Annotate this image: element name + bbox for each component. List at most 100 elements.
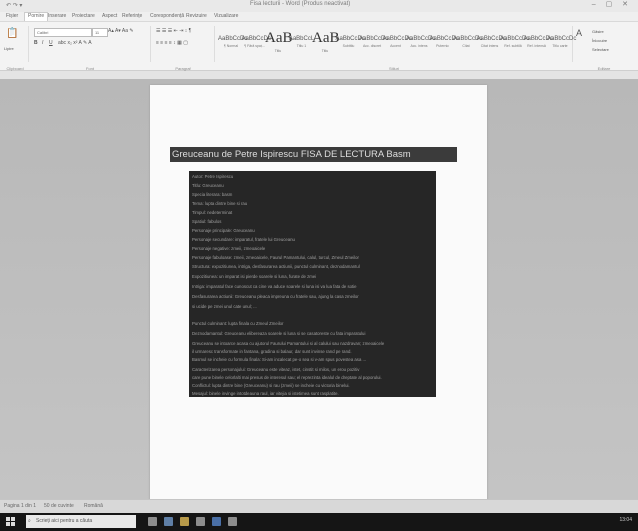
content-line: Structura: expozitiunea, intriga, desfas… — [192, 264, 360, 269]
style-item[interactable]: AaBbCcDc Ref. subtilă — [500, 30, 530, 60]
style-item[interactable]: AaBbCcDc Ref. intensă — [524, 30, 553, 60]
style-name: Acc. discret — [362, 44, 382, 48]
ribbon-tabs: Fișier Pornire Inserare Proiectare Aspec… — [0, 12, 638, 22]
style-item[interactable]: AaBbCcDc ¶ Normal — [218, 30, 248, 60]
style-item[interactable]: AaB Titlu — [265, 30, 293, 60]
style-item[interactable]: AaBbCcDc Puternic — [429, 30, 459, 60]
editing-group: A Găsire Înlocuire Selectare Editare — [574, 26, 634, 71]
content-line: Autor: Petre Ispirescu — [192, 174, 234, 179]
content-line: Timpul: nedeterminat — [192, 210, 233, 215]
mail-icon[interactable] — [228, 517, 237, 526]
taskbar-search[interactable]: ⌕ Scrieți aici pentru a căuta — [26, 515, 136, 528]
system-clock[interactable]: 13:04 — [619, 517, 632, 523]
tab-insert[interactable]: Inserare — [48, 13, 66, 19]
word-count[interactable]: 50 de cuvinte — [44, 503, 74, 509]
content-line: Personaje fabuloase: zmeii, zmeoaicele, … — [192, 255, 359, 260]
paste-icon[interactable]: 📋 — [6, 28, 18, 39]
document-heading[interactable]: Greuceanu de Petre Ispirescu FISA DE LEC… — [170, 147, 457, 162]
style-item[interactable]: AaBbCcL Titlu 1 — [289, 30, 315, 60]
quick-access-toolbar[interactable]: ↶ ↷ ▾ — [6, 2, 22, 9]
tab-review[interactable]: Revizuire — [186, 13, 207, 19]
page-count[interactable]: Pagina 1 din 1 — [4, 503, 36, 509]
style-sample: AaBbCcDc — [500, 36, 530, 42]
style-item[interactable]: AaBbCcDc Acc. discret — [359, 30, 388, 60]
style-name: Titlu 1 — [296, 44, 307, 48]
content-line: Titlu: Greuceanu — [192, 183, 224, 188]
tab-view[interactable]: Vizualizare — [214, 13, 238, 19]
style-sample: AaBbCcDc — [218, 36, 248, 42]
content-line: Deznodamantul: Greuceanu elibereaza soar… — [192, 331, 366, 336]
style-sample: AaBbCcDc — [476, 36, 506, 42]
style-item[interactable]: AaBbCcDc Acc. intens — [406, 30, 436, 60]
task-view-icon[interactable] — [148, 517, 157, 526]
content-text-box[interactable]: Autor: Petre Ispirescu Titlu: Greuceanu Sp… — [189, 171, 436, 397]
store-icon[interactable] — [196, 517, 205, 526]
style-item[interactable]: AaBbCcDc Citat — [453, 30, 483, 60]
select-button[interactable]: Selectare — [592, 47, 609, 52]
tab-mailings[interactable]: Corespondență — [150, 13, 184, 19]
style-name: Titlu carte — [552, 44, 568, 48]
content-line: care pune binele celorlalti mai presus d… — [192, 375, 382, 380]
style-item[interactable]: AaB Titlu — [312, 30, 340, 60]
font-size-box[interactable]: 11 — [92, 28, 108, 37]
style-name: Citat — [462, 44, 470, 48]
style-item[interactable]: AaBbCcDc Titlu carte — [547, 30, 577, 60]
grow-font-icon[interactable]: A▴ A▾ Aa ✎ — [108, 28, 134, 34]
tab-home[interactable]: Pornire — [24, 12, 49, 21]
style-item[interactable]: AaBbCcDc Accent — [383, 30, 412, 60]
style-item[interactable]: AaBbCcDc Subtitlu — [335, 30, 365, 60]
content-line: Caracterizarea personajului: Greuceanu e… — [192, 367, 360, 372]
format-icons[interactable]: abc x₂ x² A ✎ A — [58, 40, 92, 46]
clipboard-group: 📋 Lipire Clipboard — [2, 26, 29, 71]
content-line: si ucide pe zmei unul cate unul; ... — [192, 304, 257, 309]
list-icons[interactable]: ☰ ☰ ☰ ⇤ ⇥ ↕ ¶ — [156, 28, 191, 34]
bold-icon[interactable]: B — [34, 40, 38, 46]
tab-references[interactable]: Referințe — [122, 13, 142, 19]
status-bar: Pagina 1 din 1 50 de cuvinte Română — [0, 499, 638, 514]
underline-icon[interactable]: U — [49, 40, 53, 46]
window-title: Fisa lecturii - Word (Produs neactivat) — [250, 1, 351, 7]
language-indicator[interactable]: Română — [84, 503, 103, 509]
style-name: ¶ Fără spaț... — [244, 44, 265, 48]
replace-button[interactable]: Înlocuire — [592, 38, 607, 43]
style-sample: AaBbCcDc — [406, 36, 436, 42]
word-taskbar-icon[interactable] — [212, 517, 221, 526]
content-line: Basmul se incheie cu formula finala: Si-… — [192, 357, 367, 362]
tab-file[interactable]: Fișier — [6, 13, 18, 19]
style-sample: AaBbCcDc — [547, 36, 577, 42]
align-icons[interactable]: ≡ ≡ ≡ ≡ ↕ ▦ ▢ — [156, 40, 188, 46]
content-line: Conflictul: lupta dintre bine (Greuceanu… — [192, 383, 350, 388]
content-line: Punctul culminant: lupta finala cu Zmeul… — [192, 321, 284, 326]
edge-icon[interactable] — [164, 517, 173, 526]
style-item[interactable]: AaBbCcDc Citat intens — [476, 30, 506, 60]
content-line: Intriga: imparatul face cunoscut ca cine… — [192, 284, 357, 289]
ribbon: 📋 Lipire Clipboard Calibri 11 A▴ A▾ Aa ✎… — [0, 22, 638, 71]
italic-icon[interactable]: I — [42, 40, 43, 46]
tab-design[interactable]: Proiectare — [72, 13, 95, 19]
ruler — [0, 71, 638, 79]
find-button[interactable]: Găsire — [592, 29, 604, 34]
window-controls[interactable]: – ▢ ✕ — [592, 0, 632, 8]
taskbar: ⌕ Scrieți aici pentru a căuta 13:04 — [0, 513, 638, 531]
file-explorer-icon[interactable] — [180, 517, 189, 526]
style-sample: AaBbCcDc — [429, 36, 459, 42]
style-sample: AaBbCcDc — [453, 36, 483, 42]
tab-layout[interactable]: Aspect — [102, 13, 117, 19]
content-line: Specia literara: basm — [192, 192, 233, 197]
change-styles-icon[interactable]: A — [576, 28, 582, 38]
style-name: Citat intens — [480, 44, 499, 48]
style-item[interactable]: AaBbCcDc ¶ Fără spaț... — [242, 30, 271, 60]
start-button[interactable] — [6, 517, 15, 526]
content-line: Personaje negative: zmeii, zmeoaicele — [192, 246, 266, 251]
search-icon: ⌕ — [28, 518, 31, 524]
content-line: Expozitiunea: un imparat isi pierde soar… — [192, 274, 317, 279]
style-name: Titlu — [321, 49, 329, 53]
style-name: Ref. subtilă — [504, 44, 522, 48]
style-sample: AaBbCcDc — [335, 36, 365, 42]
style-name: Accent — [390, 44, 401, 48]
taskbar-search-placeholder: Scrieți aici pentru a căuta — [36, 518, 93, 524]
font-name-box[interactable]: Calibri — [34, 28, 92, 37]
style-name: Acc. intens — [410, 44, 428, 48]
paste-button[interactable]: Lipire — [4, 46, 14, 51]
style-name: Ref. intensă — [527, 44, 546, 48]
